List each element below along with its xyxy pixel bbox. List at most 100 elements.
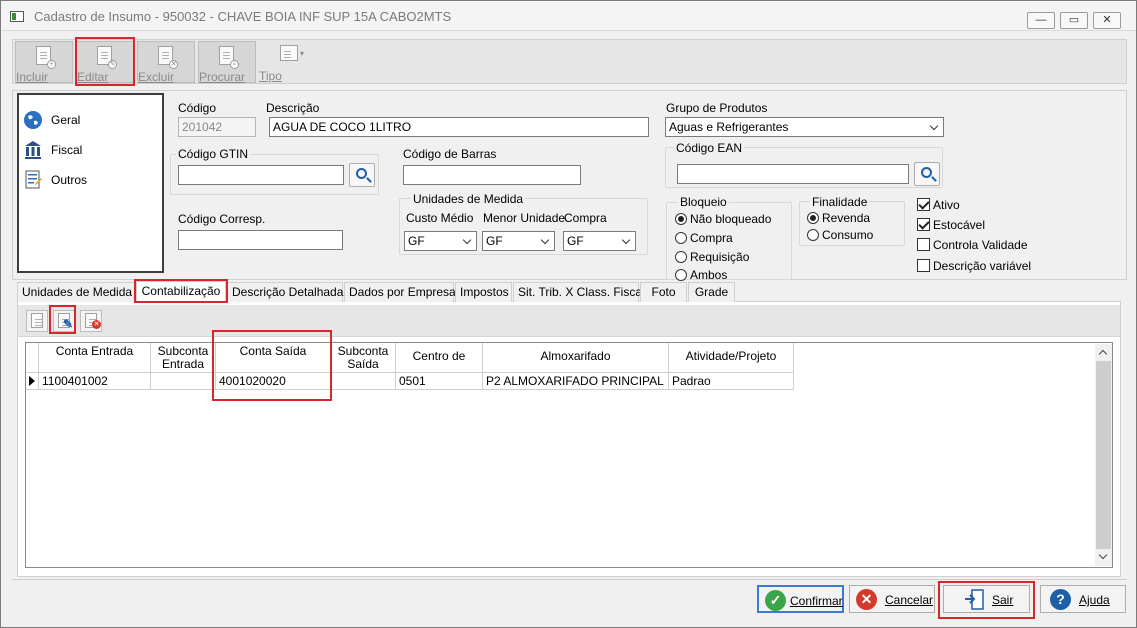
checkbox-estocavel[interactable]: [917, 218, 930, 231]
row-pointer-icon: [29, 376, 35, 386]
sair-button[interactable]: Sair: [943, 585, 1030, 613]
incluir-button[interactable]: + Incluir: [15, 41, 73, 84]
compra-select[interactable]: GF: [563, 231, 636, 251]
barras-field[interactable]: [403, 165, 581, 185]
revenda-label: Revenda: [822, 211, 871, 225]
checkbox-descricao-variavel[interactable]: [917, 259, 930, 272]
tab-contabilizacao[interactable]: Contabilização: [136, 281, 226, 303]
edit-document-icon: ✎: [95, 46, 117, 69]
gtin-search-button[interactable]: [349, 163, 375, 187]
help-icon: ?: [1050, 589, 1071, 610]
radio-requisicao[interactable]: [675, 251, 687, 263]
confirmar-button[interactable]: ✓ Confirmar: [757, 585, 844, 613]
tab-sit-trib-class-fiscal[interactable]: Sit. Trib. X Class. Fiscal: [513, 282, 645, 302]
unidades-title: Unidades de Medida: [411, 192, 526, 206]
ean-search-button[interactable]: [914, 162, 940, 186]
radio-nao-bloqueado[interactable]: [675, 213, 687, 225]
check-icon: ✓: [765, 590, 786, 611]
grupo-select[interactable]: Aguas e Refrigerantes: [665, 117, 944, 137]
descricao-variavel-label: Descrição variável: [933, 259, 1032, 273]
cell-atividade-projeto[interactable]: Padrao: [669, 373, 794, 390]
gtin-label: Código GTIN: [176, 147, 251, 161]
menor-unidade-label: Menor Unidade: [483, 211, 566, 225]
grid-vertical-scrollbar[interactable]: [1095, 344, 1112, 566]
restore-button[interactable]: ▭: [1060, 12, 1088, 29]
tab-unidades-de-medida[interactable]: Unidades de Medida: [17, 282, 135, 302]
gtin-field[interactable]: [178, 165, 344, 185]
requisicao-label: Requisição: [690, 250, 750, 264]
scroll-up-icon[interactable]: [1098, 349, 1108, 359]
search-icon: [356, 168, 367, 179]
codigo-label: Código: [178, 101, 217, 115]
tab-descricao-detalhada[interactable]: Descrição Detalhada: [227, 282, 343, 302]
search-document-icon: ⌕: [217, 46, 239, 69]
radio-consumo[interactable]: [807, 229, 819, 241]
procurar-button[interactable]: ⌕ Procurar: [198, 41, 256, 84]
radio-compra[interactable]: [675, 232, 687, 244]
header-subconta-entrada[interactable]: Subconta Entrada: [151, 343, 216, 373]
menor-unidade-select[interactable]: GF: [482, 231, 555, 251]
corresp-field[interactable]: [178, 230, 343, 250]
globe-icon: [24, 111, 42, 129]
cancelar-button[interactable]: ✕ Cancelar: [849, 585, 935, 613]
codigo-field[interactable]: 201042: [178, 117, 256, 137]
grid-toolbar: ✎ ✕: [18, 305, 1120, 337]
estocavel-label: Estocável: [933, 218, 986, 232]
header-subconta-saida[interactable]: Subconta Saída: [331, 343, 396, 373]
cell-conta-entrada[interactable]: 1100401002: [39, 373, 151, 390]
close-button[interactable]: ✕: [1093, 12, 1121, 29]
nao-bloqueado-label: Não bloqueado: [690, 212, 772, 226]
consumo-label: Consumo: [822, 228, 874, 242]
cell-almoxarifado[interactable]: P2 ALMOXARIFADO PRINCIPAL: [483, 373, 669, 390]
header-conta-saida[interactable]: Conta Saída: [216, 343, 331, 373]
tipo-button[interactable]: ▾ Tipo: [259, 41, 317, 83]
data-grid: Conta Entrada Subconta Entrada Conta Saí…: [25, 342, 1113, 568]
compra-option-label: Compra: [690, 231, 733, 245]
radio-revenda[interactable]: [807, 212, 819, 224]
checkbox-ativo[interactable]: [917, 198, 930, 211]
title-bar: Cadastro de Insumo - 950032 - CHAVE BOIA…: [1, 1, 1136, 31]
finalidade-title: Finalidade: [810, 195, 870, 209]
cell-centro-de-custo[interactable]: 0501: [396, 373, 483, 390]
app-icon: [10, 11, 24, 22]
excluir-button[interactable]: ✕ Excluir: [137, 41, 195, 84]
ean-label: Código EAN: [674, 141, 745, 155]
header-conta-entrada[interactable]: Conta Entrada: [39, 343, 151, 373]
ajuda-button[interactable]: ? Ajuda: [1040, 585, 1126, 613]
header-atividade-projeto[interactable]: Atividade/Projeto: [669, 343, 794, 373]
corresp-label: Código Corresp.: [178, 212, 266, 226]
tab-grade[interactable]: Grade: [688, 282, 735, 302]
checkbox-controla-validade[interactable]: [917, 238, 930, 251]
header-almoxarifado[interactable]: Almoxarifado: [483, 343, 669, 373]
descricao-field[interactable]: AGUA DE COCO 1LITRO: [269, 117, 649, 137]
delete-document-icon: ✕: [156, 46, 178, 69]
window: Cadastro de Insumo - 950032 - CHAVE BOIA…: [0, 0, 1137, 628]
grid-edit-button[interactable]: ✎: [53, 310, 75, 332]
custo-medio-label: Custo Médio: [406, 211, 474, 225]
radio-ambos[interactable]: [675, 269, 687, 281]
editar-button[interactable]: ✎ Editar: [76, 41, 134, 84]
tab-impostos[interactable]: Impostos: [455, 282, 512, 302]
cancel-icon: ✕: [856, 589, 877, 610]
side-nav: Geral Fiscal Outros: [17, 93, 164, 273]
cell-subconta-saida[interactable]: [331, 373, 396, 390]
grid-delete-button[interactable]: ✕: [80, 310, 102, 332]
tab-dados-por-empresa[interactable]: Dados por Empresa: [344, 282, 456, 302]
scroll-thumb[interactable]: [1096, 361, 1111, 549]
grid-add-button[interactable]: [26, 310, 48, 332]
scroll-down-icon[interactable]: [1098, 550, 1108, 560]
compra-label: Compra: [564, 211, 607, 225]
cell-conta-saida[interactable]: 4001020020: [216, 373, 331, 390]
minimize-button[interactable]: —: [1027, 12, 1055, 29]
bloqueio-title: Bloqueio: [678, 195, 729, 209]
ean-field[interactable]: [677, 164, 909, 184]
custo-medio-select[interactable]: GF: [404, 231, 477, 251]
separator: [12, 579, 1127, 580]
cell-subconta-entrada[interactable]: [151, 373, 216, 390]
list-icon: ▾: [278, 45, 304, 67]
grid-corner: [26, 343, 39, 373]
search-icon: [921, 167, 932, 178]
header-centro-de-custo[interactable]: Centro de Custo: [396, 343, 483, 373]
ambos-label: Ambos: [690, 268, 728, 282]
tab-foto[interactable]: Foto: [640, 282, 687, 302]
